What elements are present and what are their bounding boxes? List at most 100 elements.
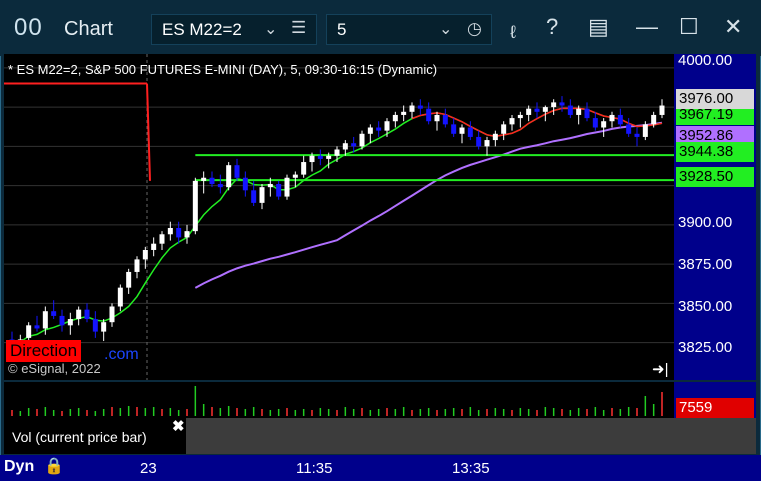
chart-title: * ES M22=2, S&P 500 FUTURES E-MINI (DAY)… [8,62,438,77]
maximize-icon[interactable]: ☐ [679,14,699,40]
chevron-down-icon[interactable]: ⌄ [439,19,452,39]
candle-body [284,177,290,197]
price-tick: 3850.00 [678,298,733,315]
direction-badge: Direction [6,340,82,362]
candle-body [451,124,457,134]
volume-value: 7559 [676,398,754,418]
candle-body [526,108,532,115]
candle-body [426,108,432,122]
candle-body [626,124,632,134]
draw-icon[interactable]: ℓ [510,22,516,43]
candle-body [26,325,32,338]
chevron-down-icon[interactable]: ⌄ [264,19,277,39]
candle-body [259,187,265,203]
candle-body [376,127,382,131]
candle-body [201,177,207,181]
candle-body [34,325,40,329]
close-icon[interactable]: ✕ [724,14,742,40]
candle-body [109,306,115,323]
price-tick: 3825.00 [678,339,733,356]
candle-body [417,105,423,109]
candle-body [101,322,107,332]
candle-body [184,231,190,238]
candle-body [609,114,615,122]
candle-body [392,114,398,122]
candle-body [659,105,665,115]
price-axis[interactable]: 4000.00 3900.00 3875.00 3850.00 3825.00 … [674,52,756,380]
close-icon[interactable]: ✖ [172,417,185,435]
candle-body [192,180,198,232]
candle-body [492,133,498,141]
volume-panel[interactable] [4,382,674,418]
price-label-last: 3976.00 [676,89,754,109]
candle-body [51,311,57,316]
candle-body [434,114,440,122]
lock-icon[interactable]: 🔒 [44,456,64,476]
candle-body [334,149,340,156]
candle-body [517,114,523,119]
volume-axis: 7559 [674,382,756,418]
candle-body [642,124,648,137]
candle-body [84,309,90,320]
candle-body [576,108,582,115]
price-chart-area[interactable]: * ES M22=2, S&P 500 FUTURES E-MINI (DAY)… [4,54,674,380]
candle-body [351,143,357,147]
candle-body [226,165,232,188]
time-tick: 13:35 [452,460,490,477]
watermark: © eSignal, 2022 [8,361,101,376]
candle-body [42,311,48,329]
candle-body [484,140,490,147]
volume-svg [11,386,663,416]
candle-body [384,121,390,131]
candle-body [251,190,257,203]
candle-body [92,319,98,332]
candle-body [317,155,323,159]
direction-badge-suffix: .com [104,346,139,363]
candle-body [76,309,82,320]
candle-body [276,184,282,197]
candle-body [301,162,307,175]
price-label-green-slow: 3928.50 [676,167,754,187]
help-icon[interactable]: ? [546,14,558,40]
clock-icon[interactable]: ◷ [467,19,482,39]
candle-body [142,249,148,260]
candle-body [617,114,623,125]
layout-icon[interactable]: ▤ [588,14,609,40]
price-tick: 3900.00 [678,214,733,231]
candle-body [409,105,415,112]
candle-body [359,133,365,147]
symbol-selector[interactable]: ES M22=2 ⌄ ☰ [151,14,317,45]
dynamic-mode-label[interactable]: Dyn [4,458,34,476]
price-label-green-mid: 3944.38 [676,142,754,162]
app-logo-icon: 00 [14,14,43,41]
candle-body [601,121,607,128]
volume-study-tag[interactable]: Vol (current price bar) ✖ [4,418,186,454]
price-tick: 3875.00 [678,256,733,273]
menu-icon[interactable]: ☰ [291,18,306,38]
candle-body [167,227,173,235]
minimize-icon[interactable]: — [636,14,658,40]
interval-selector[interactable]: 5 ⌄ ◷ [326,14,492,45]
candle-body [542,107,548,112]
candle-body [59,315,65,326]
candle-body [117,287,123,307]
candle-body [459,127,465,134]
candle-body [559,102,565,106]
window-title: Chart [64,18,113,40]
volume-study-label: Vol (current price bar) [12,429,147,445]
price-tick: 4000.00 [678,52,733,69]
candle-body [534,108,540,112]
candle-body [551,102,557,108]
candle-body [234,165,240,178]
candle-body [442,114,448,125]
candle-body [509,118,515,125]
candle-body [401,111,407,115]
candle-body [67,319,73,326]
time-axis[interactable]: Dyn 🔒 23 11:35 13:35 [0,455,761,481]
candle-body [342,143,348,150]
candle-body [242,177,248,191]
title-bar: 00 Chart ES M22=2 ⌄ ☰ 5 ⌄ ◷ ℓ ? ▤ — ☐ ✕ [0,0,761,56]
candle-body [151,243,157,250]
scroll-to-end-icon[interactable]: ➜| [652,360,668,378]
candle-body [476,136,482,147]
